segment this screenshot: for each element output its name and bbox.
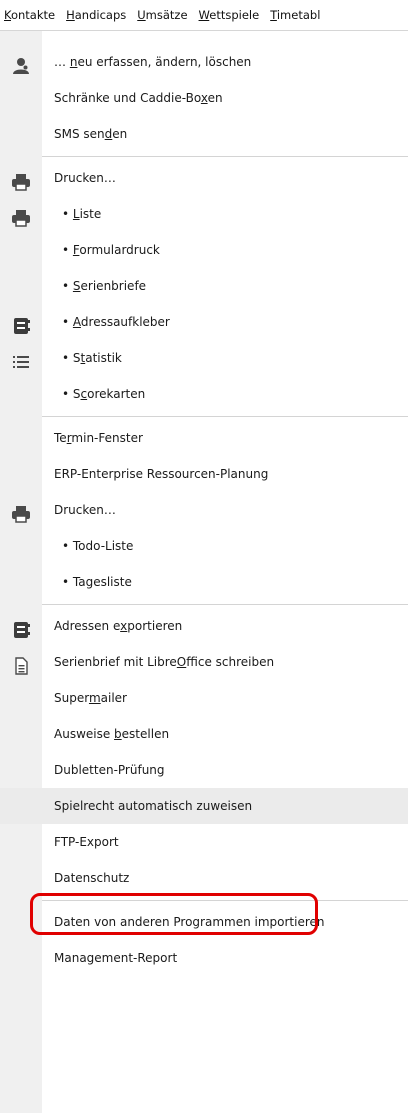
menu-item-label: … neu erfassen, ändern, löschen bbox=[54, 55, 252, 69]
menu-item-label: Drucken… bbox=[54, 503, 116, 517]
menu-item-label: • Liste bbox=[62, 207, 102, 221]
menu-item-drucken-2[interactable]: Drucken… bbox=[0, 492, 408, 528]
menu-item-label: SMS senden bbox=[54, 127, 128, 141]
menu-timetable[interactable]: Timetabl bbox=[264, 0, 325, 30]
menu-item-label: Ausweise bestellen bbox=[54, 727, 170, 741]
menu-item-label: Daten von anderen Programmen importieren bbox=[54, 915, 325, 929]
menu-separator bbox=[42, 416, 408, 417]
menu-item-management-report[interactable]: Management-Report bbox=[0, 940, 408, 976]
menu-item-drucken[interactable]: Drucken… bbox=[0, 160, 408, 196]
menu-item-serienbriefe[interactable]: • Serienbriefe bbox=[0, 268, 408, 304]
menu-item-supermailer[interactable]: Supermailer bbox=[0, 680, 408, 716]
menu-item-label: • Scorekarten bbox=[62, 387, 146, 401]
printer-icon bbox=[10, 501, 32, 523]
menu-item-sms-senden[interactable]: SMS senden bbox=[0, 116, 408, 152]
menu-item-label: Management-Report bbox=[54, 951, 178, 965]
menu-item-schraenke[interactable]: Schränke und Caddie-Boxen bbox=[0, 80, 408, 116]
menu-item-label: Supermailer bbox=[54, 691, 127, 705]
menu-umsaetze[interactable]: Umsätze bbox=[131, 0, 192, 30]
menu-item-adressaufkleber[interactable]: • Adressaufkleber bbox=[0, 304, 408, 340]
menu-item-label: ERP-Enterprise Ressourcen-Planung bbox=[54, 467, 269, 481]
menu-item-label: FTP-Export bbox=[54, 835, 119, 849]
menu-separator bbox=[42, 900, 408, 901]
menu-item-label: Drucken… bbox=[54, 171, 116, 185]
menu-item-spielrecht-zuweisen[interactable]: Spielrecht automatisch zuweisen bbox=[0, 788, 408, 824]
menu-item-scorekarten[interactable]: • Scorekarten bbox=[0, 376, 408, 412]
menu-separator bbox=[42, 604, 408, 605]
person-icon bbox=[10, 53, 32, 74]
address-book-icon bbox=[10, 313, 32, 334]
menu-item-termin-fenster[interactable]: Termin-Fenster bbox=[0, 420, 408, 456]
menu-handicaps[interactable]: Handicaps bbox=[60, 0, 131, 30]
menu-item-daten-importieren[interactable]: Daten von anderen Programmen importieren bbox=[0, 904, 408, 940]
menu-item-label: • Adressaufkleber bbox=[62, 315, 170, 329]
menu-item-liste[interactable]: • Liste bbox=[0, 196, 408, 232]
menu-item-label: • Tagesliste bbox=[62, 575, 132, 589]
menu-separator bbox=[42, 156, 408, 157]
menu-item-label: • Serienbriefe bbox=[62, 279, 147, 293]
menu-item-formulardruck[interactable]: • Formulardruck bbox=[0, 232, 408, 268]
menu-item-adressen-exportieren[interactable]: Adressen exportieren bbox=[0, 608, 408, 644]
menu-item-dubletten-pruefung[interactable]: Dubletten-Prüfung bbox=[0, 752, 408, 788]
menu-item-todo-liste[interactable]: • Todo-Liste bbox=[0, 528, 408, 564]
address-book-icon bbox=[10, 617, 32, 638]
printer-icon bbox=[10, 205, 32, 227]
menu-item-label: Serienbrief mit LibreOffice schreiben bbox=[54, 655, 275, 669]
menu-item-erp[interactable]: ERP-Enterprise Ressourcen-Planung bbox=[0, 456, 408, 492]
menu-item-label: Datenschutz bbox=[54, 871, 130, 885]
printer-icon bbox=[10, 169, 32, 191]
menu-item-label: Dubletten-Prüfung bbox=[54, 763, 165, 777]
menu-item-label: Schränke und Caddie-Boxen bbox=[54, 91, 223, 105]
menu-item-ftp-export[interactable]: FTP-Export bbox=[0, 824, 408, 860]
menu-bar: Kontakte Handicaps Umsätze Wettspiele Timeta… bbox=[0, 0, 408, 31]
menu-item-serienbrief-libreoffice[interactable]: Serienbrief mit LibreOffice schreiben bbox=[0, 644, 408, 680]
menu-item-ausweise-bestellen[interactable]: Ausweise bestellen bbox=[0, 716, 408, 752]
menu-item-datenschutz[interactable]: Datenschutz bbox=[0, 860, 408, 896]
menu-item-label: • Statistik bbox=[62, 351, 122, 365]
menu-item-label: Termin-Fenster bbox=[54, 431, 143, 445]
menu-kontakte[interactable]: Kontakte bbox=[0, 0, 60, 30]
menu-item-statistik[interactable]: • Statistik bbox=[0, 340, 408, 376]
menu-item-label: • Todo-Liste bbox=[62, 539, 134, 553]
document-icon bbox=[10, 653, 32, 675]
menu-item-label: Spielrecht automatisch zuweisen bbox=[54, 799, 253, 813]
menu-item-neu-erfassen[interactable]: … neu erfassen, ändern, löschen bbox=[0, 44, 408, 80]
menu-item-label: • Formulardruck bbox=[62, 243, 160, 257]
list-icon bbox=[10, 349, 32, 368]
menu-item-tagesliste[interactable]: • Tagesliste bbox=[0, 564, 408, 600]
menu-item-label: Adressen exportieren bbox=[54, 619, 183, 633]
menu-wettspiele[interactable]: Wettspiele bbox=[193, 0, 265, 30]
